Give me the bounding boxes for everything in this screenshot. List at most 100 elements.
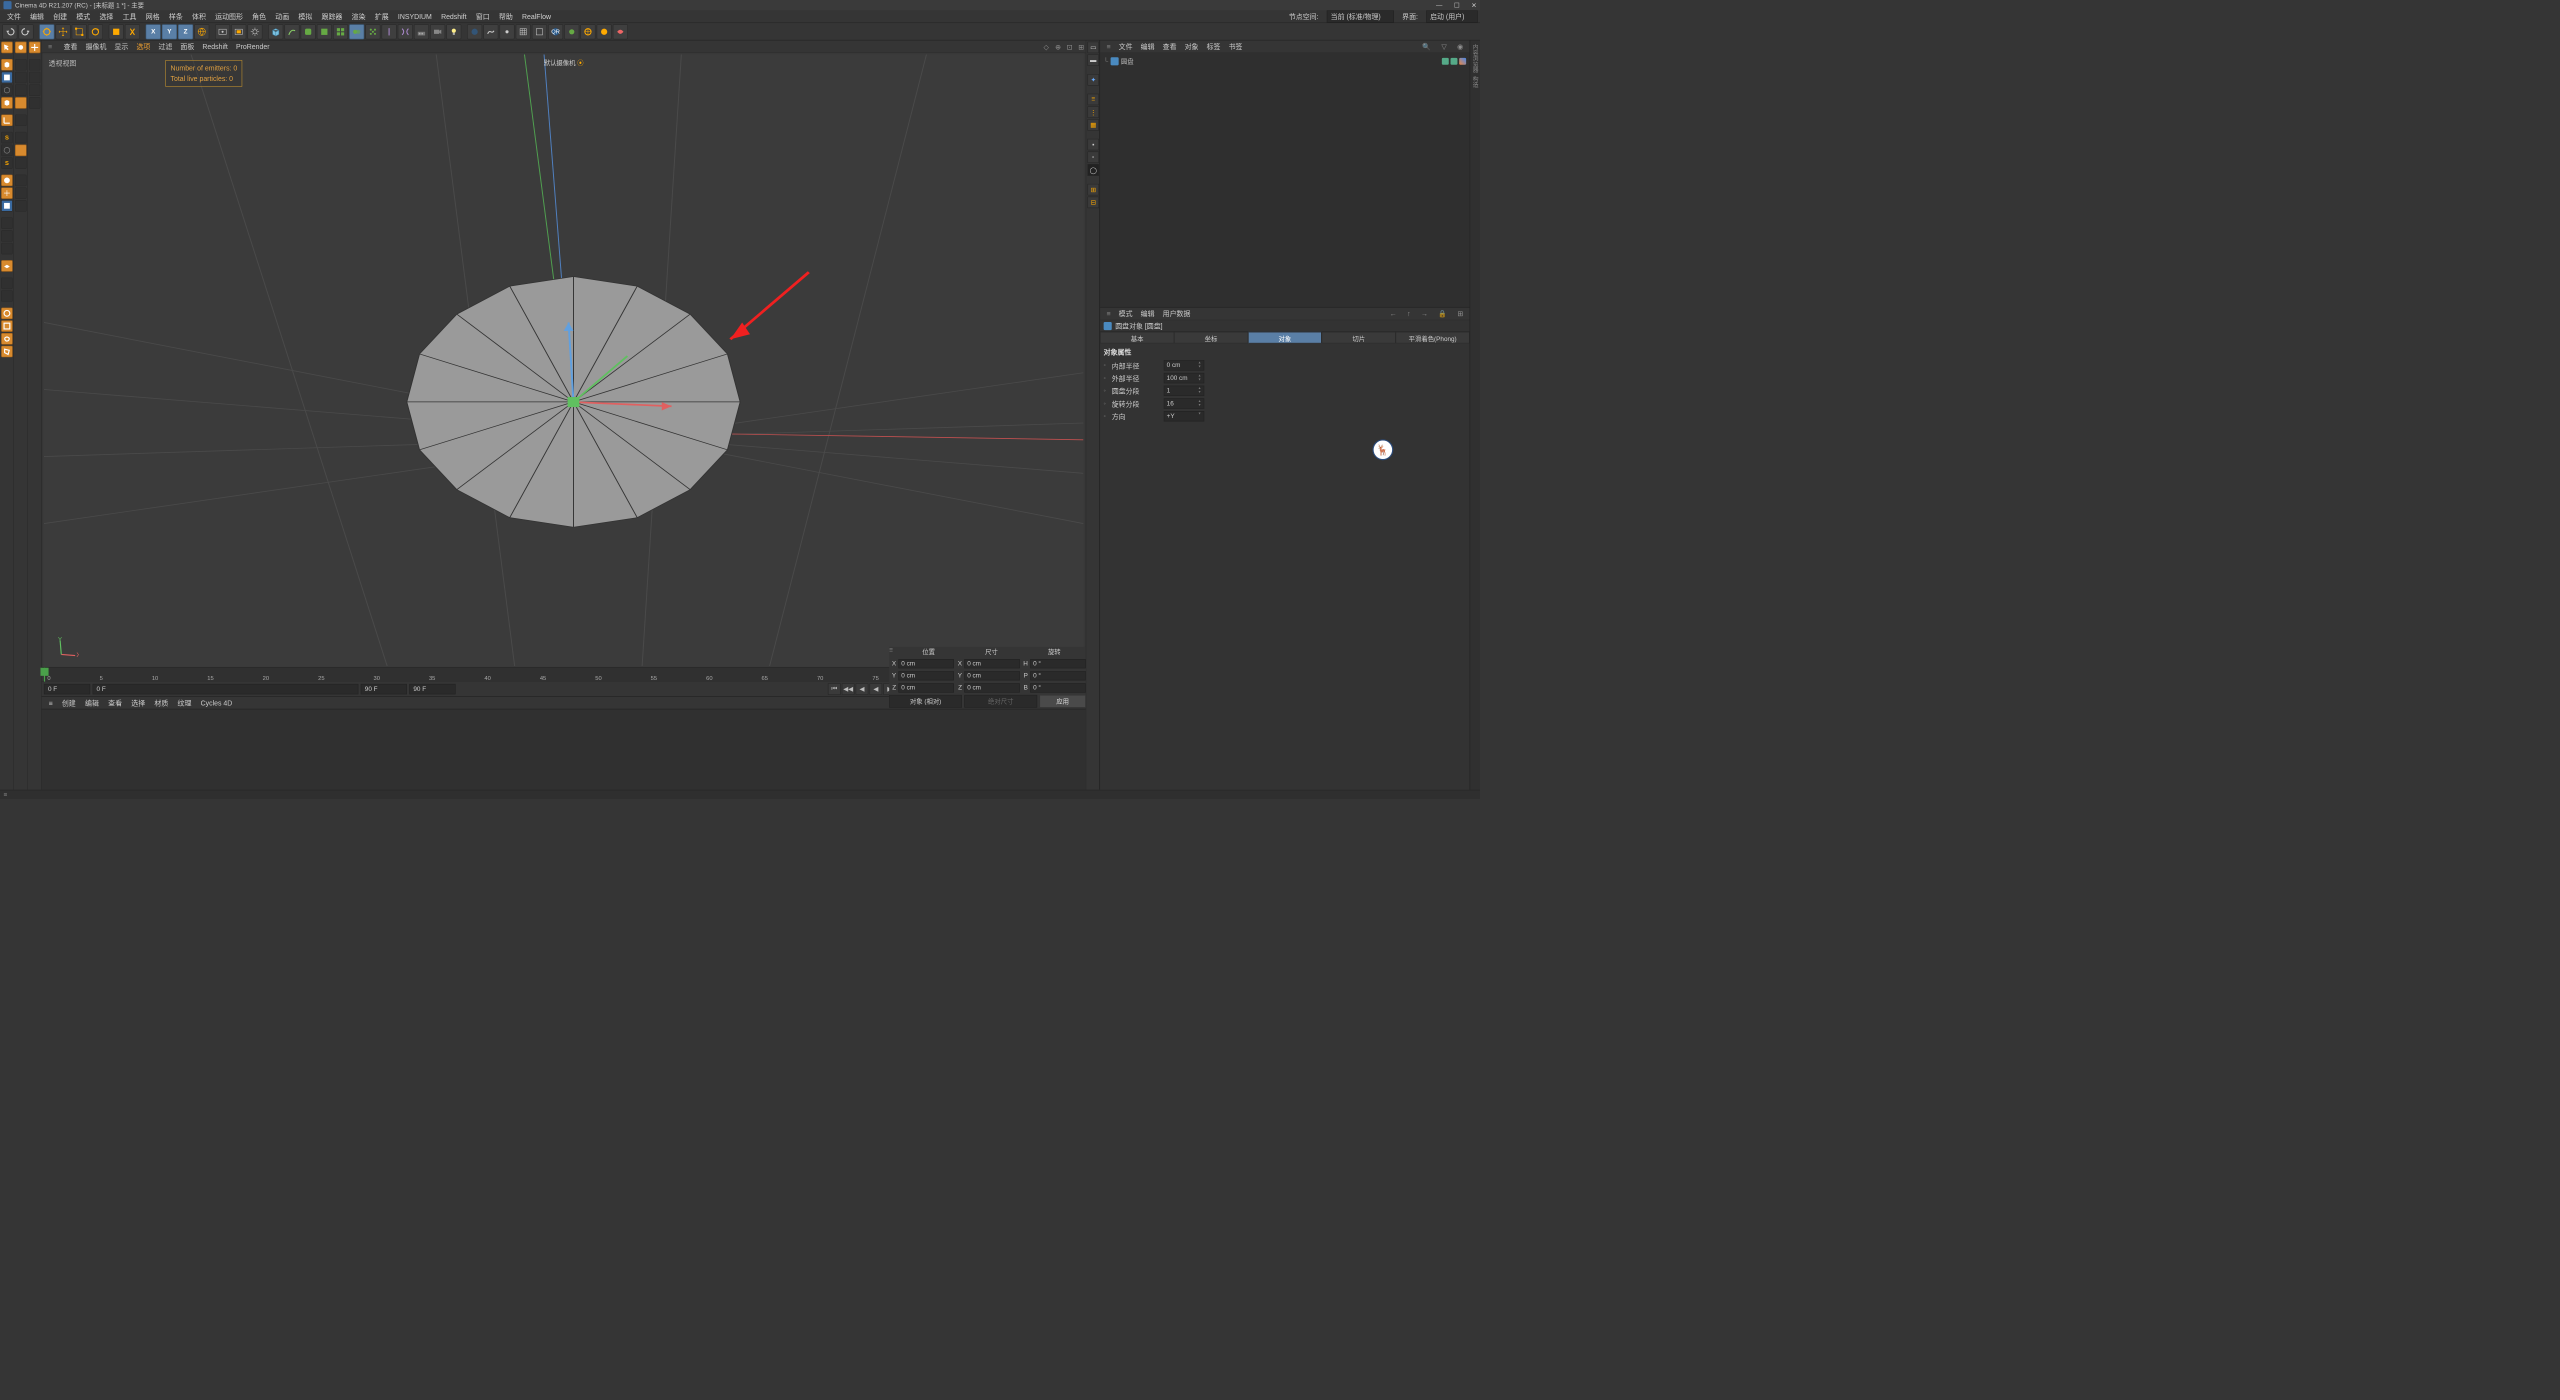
render-region[interactable] [231,24,246,39]
menu-redshift[interactable]: Redshift [436,11,471,23]
tweak-icon[interactable] [15,42,27,54]
attr-nav-fwd-icon[interactable]: → [1417,308,1432,318]
size-y-field[interactable]: 0 cm [964,671,1020,680]
select-lasso-icon[interactable] [1,333,13,345]
attr-menu-edit[interactable]: 编辑 [1137,308,1159,320]
end-frame-field-2[interactable]: 90 F [409,684,455,694]
l3-4[interactable] [29,97,41,109]
attr-tab-slice[interactable]: 切片 [1322,332,1396,344]
menu-mode[interactable]: 模式 [72,10,95,23]
mat-menu-cycles[interactable]: Cycles 4D [196,698,237,708]
axis-y-toggle[interactable]: Y [162,24,177,39]
right-ribbon[interactable]: 内容浏览器 构造 [1470,40,1480,789]
move-tool[interactable] [56,24,71,39]
menu-mesh[interactable]: 网格 [141,10,164,23]
scale-tool[interactable] [72,24,87,39]
vp-menu-panel[interactable]: 面板 [176,40,198,52]
ms-9[interactable]: ◯ [1087,164,1099,176]
l2-6[interactable] [15,132,27,144]
light-tool[interactable] [446,24,461,39]
pos-z-field[interactable]: 0 cm [898,683,954,692]
misc-1[interactable] [500,24,515,39]
inner-radius-field[interactable]: 0 cm▲▼ [1164,360,1204,370]
generator-subdiv[interactable] [301,24,316,39]
poly-mode-icon[interactable]: S [1,157,13,169]
environment[interactable] [414,24,429,39]
layout-dropdown[interactable]: 启动 (用户) [1426,10,1478,22]
texture-mode-icon[interactable] [1,84,13,96]
render-tag-icon[interactable] [1451,58,1458,65]
vp-menu-display[interactable]: 显示 [110,40,132,52]
rotate-tool[interactable] [88,24,103,39]
menu-tracker[interactable]: 跟踪器 [317,10,347,23]
edge-mode-icon[interactable] [1,145,13,157]
vp-menu-camera[interactable]: 摄像机 [82,40,111,52]
maximize-button[interactable]: ☐ [1454,1,1460,9]
pos-y-field[interactable]: 0 cm [898,671,954,680]
l2-9[interactable] [15,175,27,187]
snap-3-icon[interactable] [1,243,13,255]
vp-menu-redshift[interactable]: Redshift [198,41,232,51]
soft-select-icon[interactable] [1,278,13,290]
menu-create[interactable]: 创建 [49,10,72,23]
render-settings[interactable] [247,24,262,39]
attr-tab-basic[interactable]: 基本 [1100,332,1174,344]
orientation-dropdown[interactable]: +Y▼ [1164,411,1204,421]
vp-menu-prorender[interactable]: ProRender [232,41,274,51]
disc-segments-field[interactable]: 1▲▼ [1164,386,1204,396]
misc-3[interactable] [532,24,547,39]
axis-mode-icon[interactable] [1,114,13,126]
tree-item-disc[interactable]: └ 圆盘 [1102,56,1467,68]
close-button[interactable]: ✕ [1471,1,1476,9]
visibility-tag-icon[interactable] [1442,58,1449,65]
object-tree[interactable]: └ 圆盘 [1100,53,1469,307]
recent-tool[interactable] [109,24,124,39]
l2-4[interactable] [15,97,27,109]
l2-10[interactable] [15,187,27,199]
generator-extrude[interactable] [317,24,332,39]
size-x-field[interactable]: 0 cm [964,659,1020,668]
menu-realflow[interactable]: RealFlow [517,11,555,23]
attr-tab-coord[interactable]: 坐标 [1174,332,1248,344]
coord-hamburger-icon[interactable]: ≡ [889,647,897,657]
l2-8[interactable] [15,157,27,169]
ms-7[interactable]: ▪ [1087,139,1099,151]
select-circle-icon[interactable] [1,308,13,320]
render-view[interactable] [215,24,230,39]
object-mode-icon[interactable] [1,97,13,109]
obj-hamburger-icon[interactable]: ≡ [1102,41,1114,51]
ms-5[interactable]: ⋮ [1087,106,1099,118]
material-area[interactable]: ≡ 位置 尺寸 旋转 X0 cm X0 cm H0 ° Y0 cm Y0 cm … [42,709,1086,790]
ms-11[interactable]: ⊟ [1087,197,1099,209]
spline-pen[interactable] [284,24,299,39]
misc-5[interactable] [580,24,595,39]
obj-search-icon[interactable]: 🔍 [1418,41,1435,51]
l2-1[interactable] [15,59,27,71]
attr-tab-phong[interactable]: 平滑着色(Phong) [1396,332,1470,344]
mat-menu-edit[interactable]: 编辑 [80,697,103,709]
select-rect-icon[interactable] [1,320,13,332]
coord-size-mode-dropdown[interactable]: 绝对尺寸 [964,695,1037,708]
node-space-dropdown[interactable]: 当前 (标准/物理) [1327,10,1394,22]
attr-nav-back-icon[interactable]: ← [1386,308,1401,318]
generator-array[interactable] [333,24,348,39]
locked-axis[interactable] [125,24,140,39]
menu-spline[interactable]: 样条 [164,10,187,23]
attr-lock-icon[interactable]: 🔒 [1434,308,1451,318]
point-mode-icon[interactable]: S [1,132,13,144]
ms-3[interactable]: ✦ [1087,74,1099,86]
coord-system[interactable] [194,24,209,39]
vp-nav-3-icon[interactable]: ⊡ [1063,42,1072,51]
vp-menu-view[interactable]: 查看 [60,40,82,52]
menu-tools[interactable]: 工具 [118,10,141,23]
menu-render[interactable]: 渲染 [347,10,370,23]
mat-menu-view[interactable]: 查看 [104,697,127,709]
select-poly-icon[interactable] [1,346,13,358]
generator-instance[interactable] [349,24,364,39]
model-mode-icon[interactable] [1,72,13,84]
generator-cloner[interactable] [365,24,380,39]
attr-tab-object[interactable]: 对象 [1248,332,1322,344]
rotation-segments-field[interactable]: 16▲▼ [1164,398,1204,408]
mat-menu-material[interactable]: 材质 [150,697,173,709]
obj-filter-icon[interactable]: ▽ [1437,41,1450,51]
